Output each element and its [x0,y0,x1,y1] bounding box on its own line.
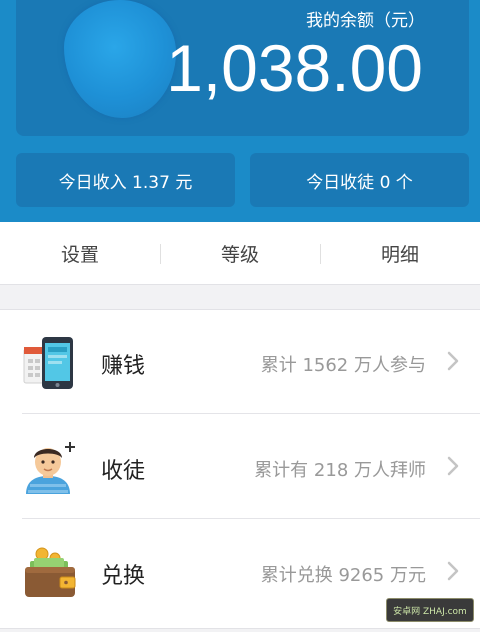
balance-label: 我的余额（元） [306,11,425,31]
list-item-subtitle: 累计兑换 9265 万元 [260,565,426,586]
nav-bar: 设置 等级 明细 [0,222,480,285]
feature-list: 赚钱 累计 1562 万人参与 收徒 累计有 218 万人拜师 兑换 累计兑换 … [0,309,480,629]
avatar[interactable] [64,0,176,118]
wallet-icon [25,547,76,597]
chevron-right-icon [447,456,459,476]
list-item-title: 收徒 [101,459,146,484]
balance-amount: 1,038.00 [166,31,423,105]
list-item-title: 兑换 [101,564,146,589]
list-item-recruit[interactable]: 收徒 累计有 218 万人拜师 [0,415,480,519]
phone-calendar-icon [23,337,73,389]
watermark: 安卓网 ZHAJ.com [386,598,474,622]
balance-header: 我的余额（元） 1,038.00 今日收入 1.37 元 今日收徒 0 个 [0,0,480,222]
chevron-right-icon [447,561,459,581]
tab-details[interactable]: 明细 [320,222,480,284]
today-apprentices-button[interactable]: 今日收徒 0 个 [250,153,469,207]
today-income-button[interactable]: 今日收入 1.37 元 [16,153,235,207]
list-item-subtitle: 累计有 218 万人拜师 [254,460,426,481]
tab-level[interactable]: 等级 [160,222,320,284]
tab-settings[interactable]: 设置 [0,222,160,284]
divider [22,518,480,519]
list-item-subtitle: 累计 1562 万人参与 [260,355,426,376]
divider [22,413,480,414]
list-item-earn[interactable]: 赚钱 累计 1562 万人参与 [0,310,480,414]
chevron-right-icon [447,351,459,371]
balance-card[interactable]: 我的余额（元） 1,038.00 [16,0,469,136]
person-add-icon [26,442,75,494]
list-item-title: 赚钱 [101,354,146,379]
